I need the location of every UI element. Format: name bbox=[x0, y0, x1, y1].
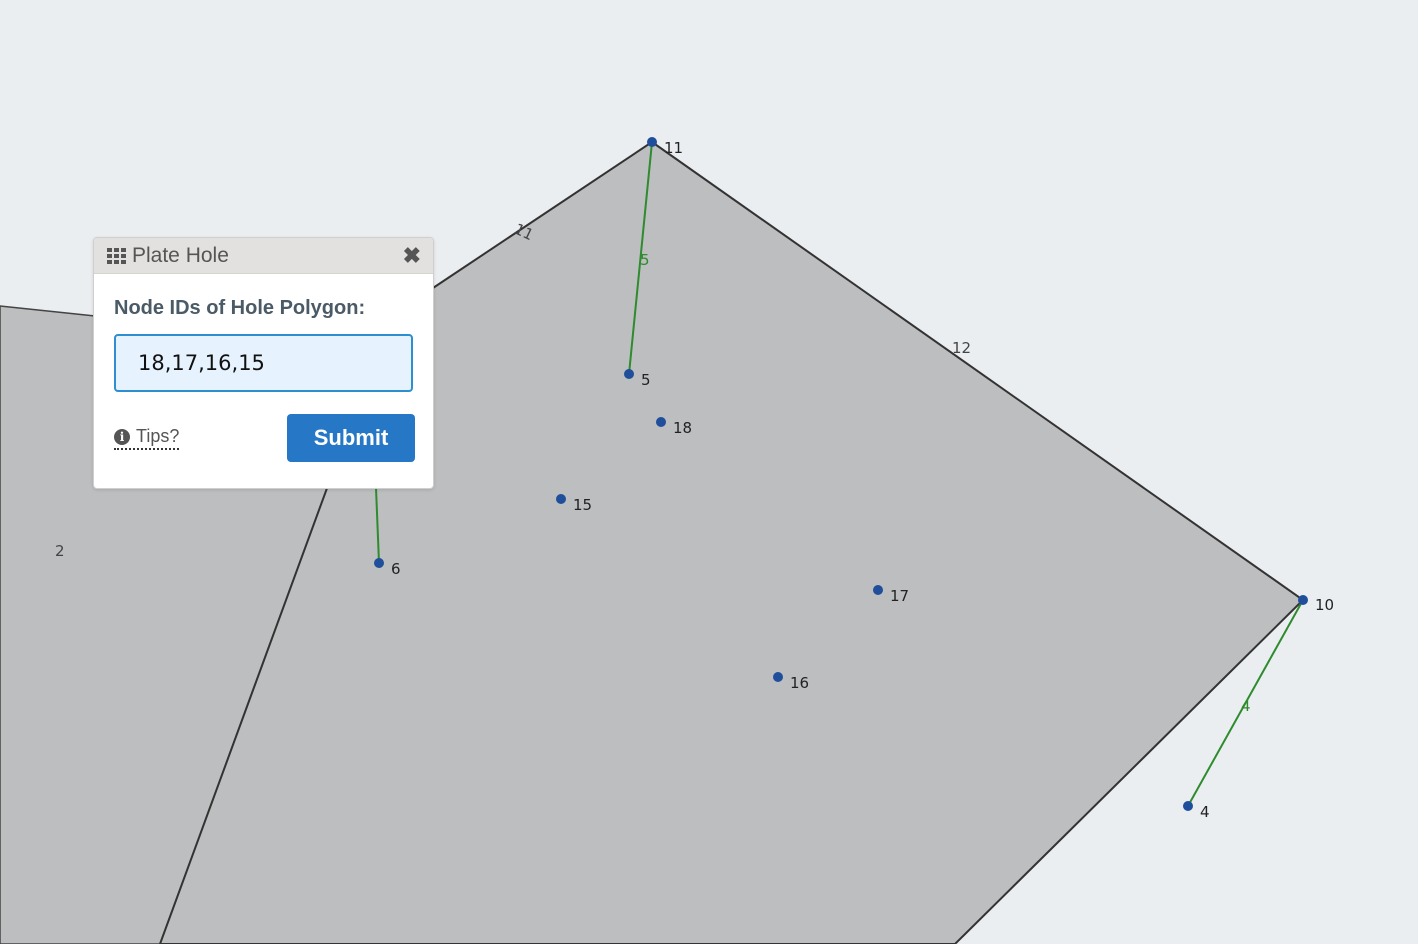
dialog-title: Plate Hole bbox=[132, 243, 229, 267]
info-icon: i bbox=[114, 428, 130, 445]
node-4[interactable]: 4 bbox=[1183, 801, 1210, 821]
node-18-label: 18 bbox=[673, 419, 692, 437]
node-10-marker[interactable] bbox=[1298, 595, 1308, 605]
node-16-label: 16 bbox=[790, 674, 809, 692]
node-11-label: 11 bbox=[664, 139, 683, 157]
plate-hole-dialog: Plate Hole ✖ Node IDs of Hole Polygon: i… bbox=[93, 237, 434, 489]
node-ids-label: Node IDs of Hole Polygon: bbox=[114, 297, 366, 319]
submit-button[interactable]: Submit bbox=[287, 414, 415, 462]
node-4-label: 4 bbox=[1200, 803, 1210, 821]
dialog-actions: i Tips? Submit bbox=[114, 414, 415, 462]
node-6-marker[interactable] bbox=[374, 558, 384, 568]
edge-label-12: 12 bbox=[952, 339, 971, 357]
node-16-marker[interactable] bbox=[773, 672, 783, 682]
node-ids-input[interactable] bbox=[114, 334, 413, 392]
member-label-4: 4 bbox=[1241, 697, 1251, 715]
node-5-marker[interactable] bbox=[624, 369, 634, 379]
tips-label: Tips? bbox=[136, 426, 180, 446]
node-6-label: 6 bbox=[391, 560, 401, 578]
node-5-label: 5 bbox=[641, 371, 651, 389]
tips-link[interactable]: i Tips? bbox=[114, 426, 180, 450]
node-10-label: 10 bbox=[1315, 596, 1334, 614]
member-label-5: 5 bbox=[640, 251, 650, 269]
node-17-marker[interactable] bbox=[873, 585, 883, 595]
node-15-marker[interactable] bbox=[556, 494, 566, 504]
dialog-body: Node IDs of Hole Polygon: i Tips? Submit bbox=[94, 297, 433, 462]
close-icon[interactable]: ✖ bbox=[403, 244, 421, 267]
node-4-marker[interactable] bbox=[1183, 801, 1193, 811]
dialog-header[interactable]: Plate Hole ✖ bbox=[94, 238, 433, 274]
node-17-label: 17 bbox=[890, 587, 909, 605]
node-10[interactable]: 10 bbox=[1298, 595, 1334, 614]
node-11-marker[interactable] bbox=[647, 137, 657, 147]
node-18-marker[interactable] bbox=[656, 417, 666, 427]
grid-icon bbox=[107, 247, 126, 264]
node-15-label: 15 bbox=[573, 496, 592, 514]
plate-label-2: 2 bbox=[55, 542, 65, 560]
